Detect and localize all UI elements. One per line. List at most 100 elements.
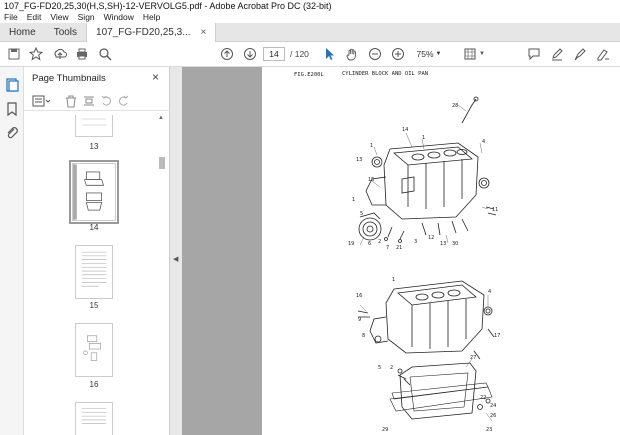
thumbnail-page-13[interactable]	[75, 115, 113, 137]
menu-bar: File Edit View Sign Window Help	[0, 12, 620, 23]
menu-view[interactable]: View	[50, 12, 68, 23]
tab-document[interactable]: 107_FG-FD20,25,3... ×	[86, 23, 217, 42]
callout-21: 21	[396, 245, 402, 251]
callout-9: 9	[358, 317, 361, 323]
callout-8: 8	[362, 333, 365, 339]
tab-tools[interactable]: Tools	[45, 23, 86, 42]
close-icon[interactable]: ×	[152, 70, 159, 84]
menu-help[interactable]: Help	[143, 12, 160, 23]
thumbnail-scrollbar[interactable]: ▲	[158, 115, 166, 433]
scroll-up-icon[interactable]: ▲	[158, 115, 164, 121]
callout-1b: 1	[370, 143, 373, 149]
thumbnail-page-14[interactable]	[69, 160, 119, 224]
document-viewer[interactable]: FIG.E200L CYLINDER BLOCK AND OIL PAN 28 …	[182, 67, 620, 435]
zoom-in-icon[interactable]	[390, 46, 406, 62]
callout-17: 17	[494, 333, 500, 339]
main-toolbar: 14 / 120 75% ▼ ▼	[0, 42, 620, 67]
page-total: / 120	[290, 49, 309, 59]
document-page: FIG.E200L CYLINDER BLOCK AND OIL PAN 28 …	[262, 67, 620, 435]
rotate-left-icon[interactable]	[100, 94, 114, 108]
thumbnail-label: 15	[89, 301, 99, 310]
tab-bar: Home Tools 107_FG-FD20,25,3... ×	[0, 23, 620, 42]
callout-2a: 2	[378, 239, 381, 245]
callout-12: 12	[428, 235, 434, 241]
callout-19: 19	[348, 241, 354, 247]
rotate-right-icon[interactable]	[116, 94, 130, 108]
bookmark-icon[interactable]	[4, 101, 20, 117]
print-icon[interactable]	[74, 46, 90, 62]
search-icon[interactable]	[97, 46, 113, 62]
callout-3: 3	[414, 239, 417, 245]
insert-page-icon[interactable]	[82, 94, 96, 108]
callout-27: 27	[470, 355, 476, 361]
zoom-out-icon[interactable]	[367, 46, 383, 62]
chevron-down-icon[interactable]: ▼	[478, 46, 486, 62]
callout-28: 28	[452, 103, 458, 109]
hand-tool-icon[interactable]	[344, 46, 360, 62]
collapse-left-icon[interactable]: ◀	[173, 255, 178, 263]
callout-4b: 4	[488, 289, 491, 295]
panel-toolbar	[24, 91, 170, 111]
tab-document-label: 107_FG-FD20,25,3...	[96, 27, 191, 38]
menu-sign[interactable]: Sign	[78, 12, 95, 23]
callout-16: 16	[356, 293, 362, 299]
exploded-parts-diagram: 28 1 4 14 1 13 15 11 1 5 19 6 2 7 21 3 1…	[348, 96, 500, 433]
save-icon[interactable]	[6, 46, 22, 62]
menu-window[interactable]: Window	[104, 12, 134, 23]
callout-11: 11	[492, 207, 498, 213]
callout-26: 26	[490, 413, 496, 419]
panel-title: Page Thumbnails	[32, 73, 106, 84]
prev-page-icon[interactable]	[219, 46, 235, 62]
callout-2b: 2	[390, 365, 393, 371]
menu-edit[interactable]: Edit	[27, 12, 42, 23]
select-cursor-icon[interactable]	[321, 46, 337, 62]
callout-6: 6	[368, 241, 371, 247]
callout-15: 15	[368, 177, 374, 183]
callout-5b: 5	[378, 365, 381, 371]
thumbnails-panel: Page Thumbnails × 13 14 15 16 ▲	[24, 67, 170, 435]
thumbnail-page-16[interactable]	[75, 323, 113, 377]
tab-home[interactable]: Home	[0, 23, 45, 42]
callout-5a: 5	[360, 211, 363, 217]
callout-7: 7	[386, 245, 389, 251]
thumbnail-label: 13	[89, 142, 99, 151]
page-number-input[interactable]: 14	[263, 47, 285, 61]
zoom-level-value: 75%	[416, 49, 434, 59]
sign-icon[interactable]	[595, 46, 611, 62]
callout-14: 14	[402, 127, 408, 133]
callout-24: 24	[490, 403, 496, 409]
page-thumbnails-icon[interactable]	[4, 77, 20, 93]
callout-29: 29	[382, 427, 388, 433]
callout-1d: 1	[392, 277, 395, 283]
window-title: 107_FG-FD20,25,30(H,S,SH)-12-VERVOLG5.pd…	[0, 0, 620, 12]
left-navigation-rail	[0, 67, 24, 435]
thumbnail-label: 14	[89, 223, 99, 232]
callout-1c: 1	[352, 197, 355, 203]
callout-22: 22	[480, 395, 486, 401]
star-icon[interactable]	[28, 46, 44, 62]
highlight-icon[interactable]	[572, 46, 588, 62]
upload-icon[interactable]	[52, 46, 68, 62]
pen-icon[interactable]	[549, 46, 565, 62]
thumbnail-label: 16	[89, 380, 99, 389]
attachment-icon[interactable]	[4, 125, 20, 141]
callout-30: 30	[452, 241, 458, 247]
menu-file[interactable]: File	[4, 12, 18, 23]
callout-1a: 1	[422, 135, 425, 141]
trash-icon[interactable]	[64, 94, 78, 108]
comment-icon[interactable]	[526, 46, 542, 62]
callout-4a: 4	[482, 139, 485, 145]
thumbnail-options-icon[interactable]	[32, 94, 52, 108]
tab-close-icon[interactable]: ×	[201, 23, 207, 42]
thumbnail-page-17[interactable]	[75, 402, 113, 435]
panel-collapse-strip[interactable]: ◀	[170, 67, 182, 435]
next-page-icon[interactable]	[242, 46, 258, 62]
fit-page-icon[interactable]	[462, 46, 478, 62]
zoom-level-dropdown[interactable]: 75% ▼	[413, 47, 445, 61]
chevron-down-icon: ▼	[435, 51, 442, 57]
callout-13b: 13	[440, 241, 446, 247]
scrollbar-thumb[interactable]	[159, 157, 165, 169]
callout-23: 23	[486, 427, 492, 433]
thumbnail-page-15[interactable]	[75, 245, 113, 299]
callout-13a: 13	[356, 157, 362, 163]
